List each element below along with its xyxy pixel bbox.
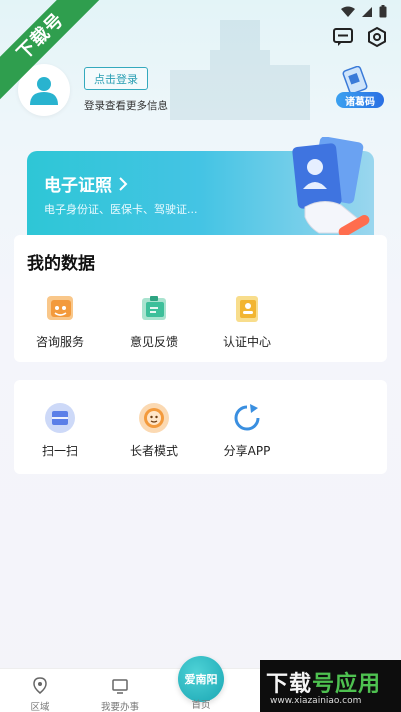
consult-service-item[interactable]: 咨询服务 [20, 293, 100, 350]
signal-icon [361, 3, 373, 22]
scan-label: 扫一扫 [41, 444, 78, 458]
wifi-icon [341, 3, 355, 22]
location-icon [31, 677, 49, 695]
message-icon[interactable] [332, 26, 356, 50]
elder-mode-item[interactable]: 长者模式 [114, 402, 194, 459]
tools-panel: 扫一扫 长者模式 分享APP [14, 380, 387, 474]
share-app-item[interactable]: 分享APP [207, 402, 287, 459]
elder-mode-label: 长者模式 [129, 444, 178, 458]
battery-icon [379, 3, 387, 22]
feedback-icon [138, 293, 170, 325]
scan-code-badge[interactable]: 诸葛码 [334, 65, 386, 110]
feedback-label: 意见反馈 [129, 335, 178, 349]
nav-home-label: 首页 [191, 700, 211, 711]
e-license-card[interactable]: 电子证照 电子身份证、医保卡、驾驶证... [27, 137, 374, 247]
certification-center-item[interactable]: 认证中心 [207, 293, 287, 350]
skyline-decoration [170, 20, 310, 120]
my-data-panel: 我的数据 咨询服务 意见反馈 认证中心 [14, 235, 387, 362]
watermark-ribbon: 下载号 [0, 0, 110, 110]
scan-icon [44, 402, 76, 434]
consult-service-label: 咨询服务 [35, 335, 84, 349]
chevron-right-icon [119, 176, 128, 191]
share-app-label: 分享APP [223, 444, 271, 458]
my-data-title: 我的数据 [27, 254, 95, 274]
certification-center-label: 认证中心 [222, 335, 271, 349]
elder-mode-icon [138, 402, 170, 434]
e-license-title: 电子证照 [44, 176, 112, 196]
scan-item[interactable]: 扫一扫 [20, 402, 100, 459]
consult-icon [44, 293, 76, 325]
share-icon [231, 402, 263, 434]
settings-icon[interactable] [366, 26, 390, 50]
nav-region[interactable]: 区域 [10, 677, 70, 712]
certification-icon [231, 293, 263, 325]
feedback-item[interactable]: 意见反馈 [114, 293, 194, 350]
id-cards-illustration [292, 137, 370, 237]
corner-watermark: 下载号应用 www.xiazainiao.com [260, 660, 401, 712]
service-icon [111, 677, 129, 695]
nav-services[interactable]: 我要办事 [90, 677, 150, 712]
e-license-subtitle: 电子身份证、医保卡、驾驶证... [44, 203, 198, 216]
home-button[interactable]: 爱南阳 [178, 656, 224, 702]
